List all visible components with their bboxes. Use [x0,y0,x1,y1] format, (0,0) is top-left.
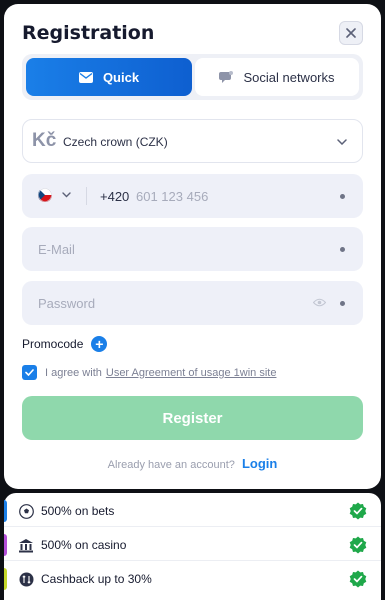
tab-quick-label: Quick [102,69,140,85]
accent-bar [4,568,7,590]
password-input[interactable]: Password [38,296,95,311]
bonus-label: 500% on casino [41,538,127,552]
currency-label: Czech crown (CZK) [63,135,168,149]
bonus-item: 500% on casino [4,528,381,561]
verified-check-icon [349,570,367,588]
casino-icon [19,538,33,552]
cashback-icon [19,572,33,586]
accent-bar [4,534,7,556]
chevron-down-icon [337,139,347,145]
agree-checkbox[interactable] [22,365,37,380]
tab-social-label: Social networks [243,69,335,85]
already-text: Already have an account? [107,459,235,471]
user-agreement-link[interactable]: User Agreement of usage 1win site [106,367,277,379]
phone-field[interactable]: +420 601 123 456 [22,174,363,218]
soccer-ball-icon [18,503,34,519]
close-icon [346,28,356,38]
verified-check-icon [349,536,367,554]
currency-symbol: Kč [32,130,57,151]
currency-select[interactable]: Kč Czech crown (CZK) [22,119,363,163]
email-input[interactable]: E-Mail [38,242,75,257]
country-selector[interactable] [38,188,71,202]
phone-input[interactable]: 601 123 456 [136,189,208,204]
modal-title: Registration [22,22,155,44]
promocode-label: Promocode [22,337,84,351]
required-dot [340,194,345,199]
eye-icon[interactable] [313,298,326,307]
phone-code: +420 [100,189,130,204]
agreement-row: I agree with User Agreement of usage 1wi… [22,365,276,380]
agree-text: I agree with [45,366,102,379]
registration-modal: Registration Quick Social networks Kč Cz… [4,4,381,489]
bonus-label: 500% on bets [41,504,115,518]
login-link[interactable]: Login [242,456,277,471]
bonus-item: 500% on bets [4,494,381,527]
registration-tabs: Quick Social networks [22,54,363,100]
close-button[interactable] [339,21,363,45]
register-button[interactable]: Register [22,396,363,440]
password-field[interactable]: Password [22,281,363,325]
plus-icon: + [95,336,104,352]
checkmark-icon [25,369,34,376]
chevron-down-icon [62,192,71,198]
tab-quick[interactable]: Quick [26,58,192,96]
bonus-list: 500% on bets 500% on casino Cashback up … [4,493,381,600]
czech-flag-icon [38,188,52,202]
add-promocode-button[interactable]: + [91,336,108,352]
tab-social-networks[interactable]: Social networks [195,58,359,96]
bonus-label: Cashback up to 30% [41,572,152,586]
envelope-icon [78,71,93,83]
required-dot [340,301,345,306]
email-field[interactable]: E-Mail [22,227,363,271]
required-dot [340,247,345,252]
promocode-row[interactable]: Promocode + [22,336,108,352]
bonus-item: Cashback up to 30% [4,562,381,595]
chat-bubble-icon [219,70,234,83]
login-prompt: Already have an account? Login [4,456,381,471]
phone-divider [86,187,87,205]
verified-check-icon [349,502,367,520]
accent-bar [4,500,7,522]
